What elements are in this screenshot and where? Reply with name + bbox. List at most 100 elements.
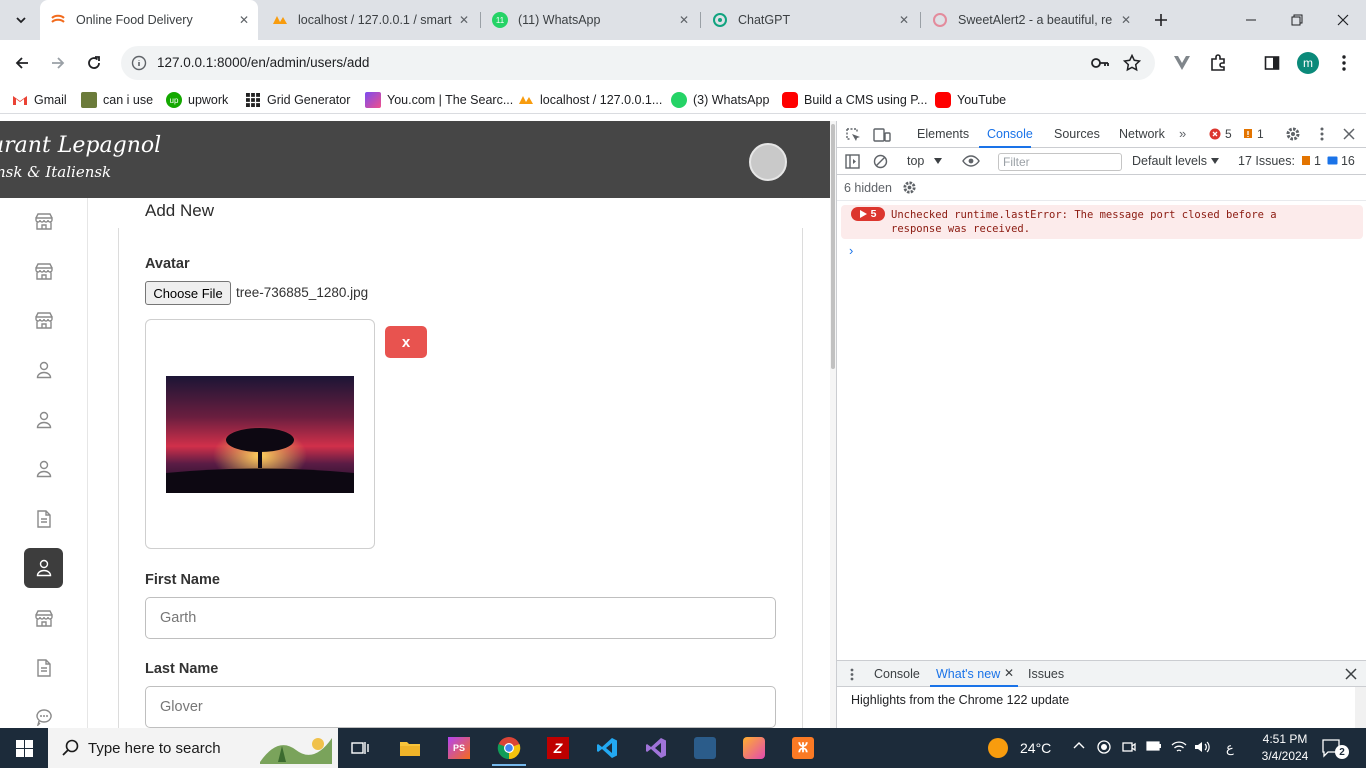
last-name-field[interactable]: Glover bbox=[145, 686, 776, 728]
drawer-tab-whats-new[interactable]: What's new bbox=[936, 667, 1000, 681]
bookmark-whatsapp[interactable]: (3) WhatsApp bbox=[671, 92, 769, 108]
bookmark-grid-generator[interactable]: Grid Generator bbox=[245, 92, 350, 108]
sidebar-toggle-icon[interactable] bbox=[845, 154, 860, 169]
new-tab-button[interactable] bbox=[1146, 5, 1176, 35]
console-prompt[interactable]: › bbox=[849, 243, 853, 258]
phpstorm-button[interactable]: PS bbox=[441, 734, 477, 762]
extensions-button[interactable] bbox=[1203, 48, 1233, 78]
task-view-button[interactable] bbox=[342, 734, 378, 762]
page-scrollbar-thumb[interactable] bbox=[831, 124, 835, 369]
eye-icon[interactable] bbox=[962, 154, 980, 168]
close-icon[interactable]: ✕ bbox=[676, 12, 692, 28]
bookmark-caniuse[interactable]: can i use bbox=[81, 92, 153, 108]
tray-record-icon[interactable] bbox=[1097, 740, 1111, 754]
back-button[interactable] bbox=[7, 48, 37, 78]
sidebar-item-1[interactable] bbox=[24, 201, 63, 241]
restore-button[interactable] bbox=[1274, 0, 1320, 40]
devtools-tab-console[interactable]: Console bbox=[987, 127, 1033, 141]
close-icon[interactable]: ✕ bbox=[236, 12, 252, 28]
choose-file-button[interactable]: Choose File bbox=[145, 281, 231, 305]
notifications-button[interactable]: 2 bbox=[1322, 738, 1349, 759]
sidebar-item-2[interactable] bbox=[24, 251, 63, 291]
taskbar-search[interactable]: Type here to search bbox=[48, 728, 338, 768]
sidebar-item-11[interactable] bbox=[24, 697, 63, 728]
devtools-tab-network[interactable]: Network bbox=[1119, 127, 1165, 141]
site-info-icon[interactable] bbox=[131, 55, 147, 71]
user-avatar[interactable] bbox=[749, 143, 787, 181]
weather-widget[interactable]: 24°C bbox=[988, 738, 1051, 758]
more-vertical-icon[interactable] bbox=[1320, 127, 1324, 141]
wifi-icon[interactable] bbox=[1171, 740, 1187, 754]
tab-phpmyadmin[interactable]: localhost / 127.0.0.1 / smart ✕ bbox=[262, 0, 478, 40]
close-devtools-icon[interactable] bbox=[1343, 128, 1355, 140]
input-language[interactable]: ع bbox=[1226, 740, 1234, 756]
console-filter-input[interactable]: Filter bbox=[998, 153, 1122, 171]
tab-sweetalert2[interactable]: SweetAlert2 - a beautiful, re ✕ bbox=[922, 0, 1140, 40]
clear-console-icon[interactable] bbox=[873, 154, 888, 169]
sidebar-item-4[interactable] bbox=[24, 350, 63, 390]
issues-counter[interactable]: 17 Issues: 1 16 bbox=[1238, 154, 1355, 168]
drawer-scrollbar[interactable] bbox=[1355, 687, 1366, 728]
more-tabs-icon[interactable]: » bbox=[1179, 126, 1186, 141]
drawer-tab-console[interactable]: Console bbox=[874, 667, 920, 681]
close-icon[interactable]: ✕ bbox=[1118, 12, 1134, 28]
xampp-button[interactable]: ⵣ bbox=[785, 734, 821, 762]
drawer-tab-close-icon[interactable]: ✕ bbox=[1004, 666, 1014, 680]
close-icon[interactable]: ✕ bbox=[896, 12, 912, 28]
tray-camera-icon[interactable] bbox=[1122, 740, 1136, 754]
profile-button[interactable]: m bbox=[1293, 48, 1323, 78]
sidebar-item-10[interactable] bbox=[24, 648, 63, 688]
bookmark-youtube[interactable]: YouTube bbox=[935, 92, 1006, 108]
reload-button[interactable] bbox=[79, 48, 109, 78]
drawer-tab-issues[interactable]: Issues bbox=[1028, 667, 1064, 681]
warning-count-badge[interactable]: 1 bbox=[1243, 127, 1264, 141]
devtools-tab-sources[interactable]: Sources bbox=[1054, 127, 1100, 141]
sidebar-item-7[interactable] bbox=[24, 499, 63, 539]
device-toolbar-icon[interactable] bbox=[873, 127, 891, 143]
bookmark-upwork[interactable]: up upwork bbox=[166, 92, 228, 108]
file-explorer-button[interactable] bbox=[392, 734, 428, 762]
filezilla-button[interactable]: Z bbox=[540, 734, 576, 762]
start-button[interactable] bbox=[0, 728, 48, 768]
bookmark-gmail[interactable]: Gmail bbox=[12, 92, 67, 108]
console-settings-gear-icon[interactable] bbox=[902, 180, 917, 195]
address-bar[interactable]: 127.0.0.1:8000/en/admin/users/add bbox=[121, 46, 1155, 80]
minimize-button[interactable] bbox=[1228, 0, 1274, 40]
bookmark-youcom[interactable]: You.com | The Searc... bbox=[365, 92, 513, 108]
close-window-button[interactable] bbox=[1320, 0, 1366, 40]
console-error-message[interactable]: 5 Unchecked runtime.lastError: The messa… bbox=[841, 205, 1363, 239]
app-button[interactable] bbox=[736, 734, 772, 762]
vscode-button[interactable] bbox=[589, 734, 625, 762]
bookmark-build-cms[interactable]: Build a CMS using P... bbox=[782, 92, 927, 108]
close-drawer-icon[interactable] bbox=[1345, 668, 1357, 680]
tab-whatsapp[interactable]: 11 (11) WhatsApp ✕ bbox=[482, 0, 698, 40]
log-levels-dropdown[interactable]: Default levels bbox=[1132, 154, 1220, 168]
star-icon[interactable] bbox=[1123, 54, 1141, 72]
mysql-workbench-button[interactable] bbox=[687, 734, 723, 762]
side-panel-button[interactable] bbox=[1257, 48, 1287, 78]
remove-avatar-button[interactable]: x bbox=[385, 326, 427, 358]
extension-vuejs-button[interactable] bbox=[1167, 48, 1197, 78]
more-vertical-icon[interactable] bbox=[850, 668, 854, 681]
tab-chatgpt[interactable]: ChatGPT ✕ bbox=[702, 0, 918, 40]
error-count-badge[interactable]: 5 bbox=[1209, 127, 1232, 141]
volume-icon[interactable] bbox=[1194, 740, 1210, 754]
tab-online-food-delivery[interactable]: Online Food Delivery ✕ bbox=[40, 0, 258, 40]
chrome-menu-button[interactable] bbox=[1329, 48, 1359, 78]
tab-search-button[interactable] bbox=[6, 5, 36, 35]
key-icon[interactable] bbox=[1090, 55, 1110, 71]
chrome-taskbar-button[interactable] bbox=[491, 734, 527, 762]
first-name-field[interactable]: Garth bbox=[145, 597, 776, 639]
sidebar-item-8[interactable] bbox=[24, 548, 63, 588]
clock[interactable]: 4:51 PM 3/4/2024 bbox=[1255, 731, 1315, 765]
sidebar-item-6[interactable] bbox=[24, 449, 63, 489]
show-hidden-icons-button[interactable] bbox=[1073, 740, 1085, 750]
forward-button[interactable] bbox=[43, 48, 73, 78]
sidebar-item-3[interactable] bbox=[24, 300, 63, 340]
close-icon[interactable]: ✕ bbox=[456, 12, 472, 28]
battery-icon[interactable] bbox=[1146, 740, 1162, 752]
bookmark-localhost[interactable]: localhost / 127.0.0.1... bbox=[518, 92, 662, 108]
sidebar-item-5[interactable] bbox=[24, 400, 63, 440]
inspect-element-icon[interactable] bbox=[845, 127, 861, 143]
sidebar-item-9[interactable] bbox=[24, 598, 63, 638]
